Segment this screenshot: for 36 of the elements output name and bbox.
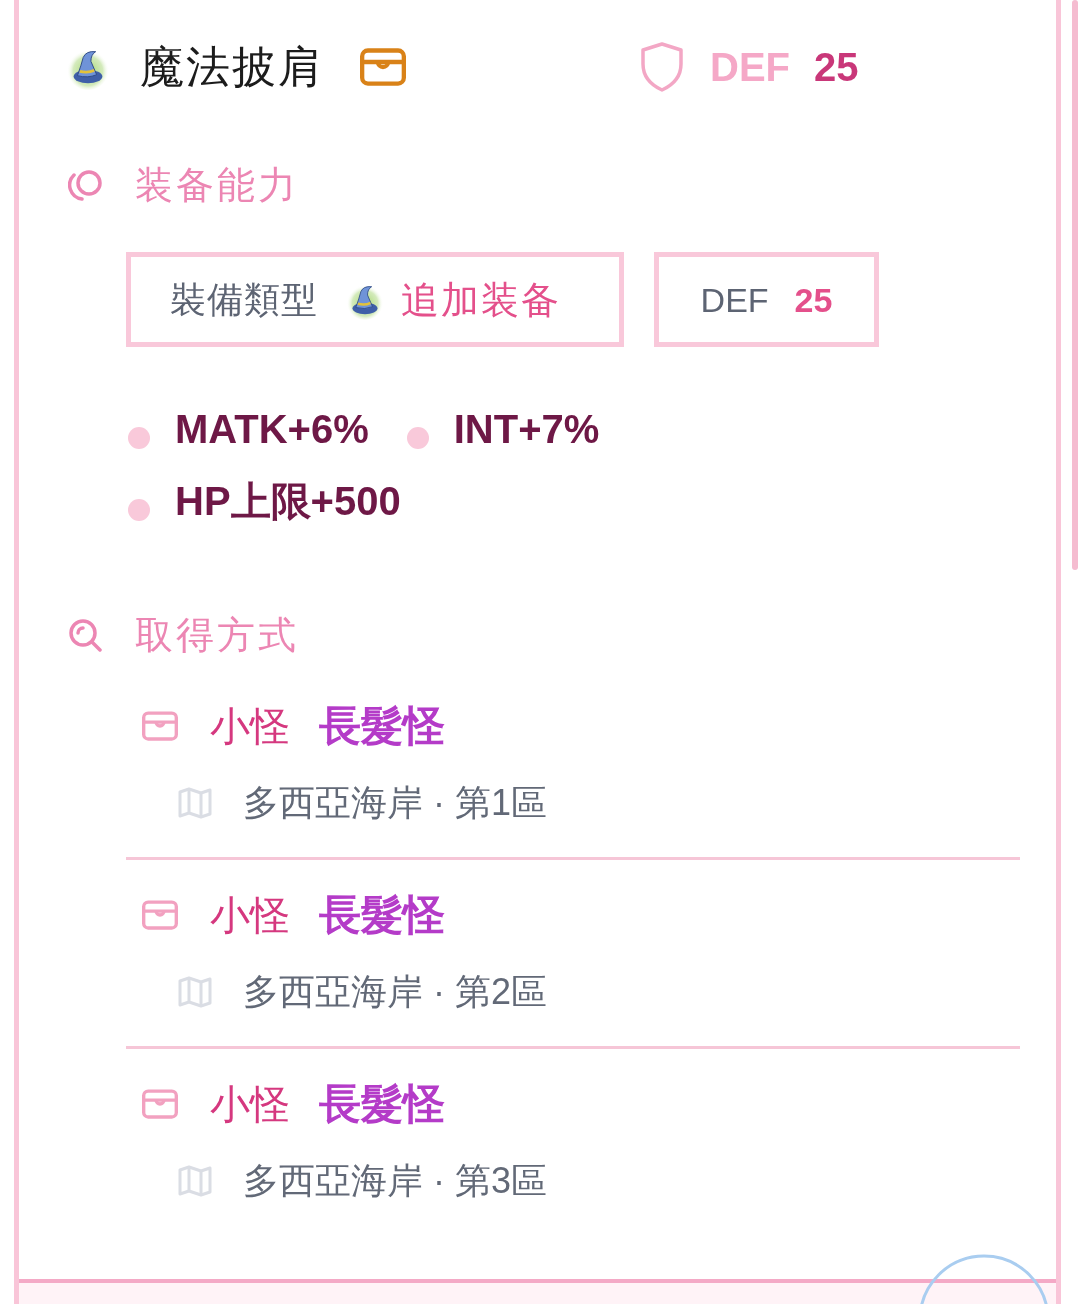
bullet-icon <box>128 427 150 449</box>
scrollbar-thumb[interactable] <box>1072 0 1078 570</box>
monster-name: 長髮怪 <box>319 894 445 936</box>
monster-name: 長髮怪 <box>319 705 445 747</box>
section-title: 取得方式 <box>135 616 299 654</box>
def-label: DEF <box>710 47 790 87</box>
round-button[interactable] <box>918 1254 1050 1304</box>
equip-type-label: 裝備類型 <box>170 281 318 318</box>
location-text: 多西亞海岸 · 第3區 <box>243 1163 547 1199</box>
bullet-icon <box>406 427 429 449</box>
def-label: DEF <box>700 282 769 317</box>
item-name: 魔法披肩 <box>140 45 324 89</box>
equip-type-value: 追加装备 <box>401 280 561 319</box>
map-icon <box>178 1165 212 1197</box>
def-value: 25 <box>794 282 833 317</box>
chest-icon <box>142 1089 178 1119</box>
source-category: 小怪 <box>210 1084 290 1124</box>
chest-icon <box>142 711 178 741</box>
shield-icon <box>640 42 684 92</box>
stat-text: MATK+6% <box>175 409 369 449</box>
location-text: 多西亞海岸 · 第2區 <box>243 974 547 1010</box>
bullet-icon <box>128 499 150 521</box>
search-icon <box>68 618 102 652</box>
stat-text: INT+7% <box>453 409 600 449</box>
chest-icon <box>142 900 178 930</box>
section-title: 装备能力 <box>135 166 299 204</box>
map-icon <box>178 976 212 1008</box>
stat-text: HP上限+500 <box>175 481 401 521</box>
ring-icon <box>68 169 104 201</box>
chest-icon <box>360 48 406 86</box>
def-value: 25 <box>814 47 859 87</box>
source-category: 小怪 <box>210 895 290 935</box>
map-icon <box>178 787 212 819</box>
monster-name: 長髮怪 <box>319 1083 445 1125</box>
location-text: 多西亞海岸 · 第1區 <box>243 785 547 821</box>
source-category: 小怪 <box>210 706 290 746</box>
